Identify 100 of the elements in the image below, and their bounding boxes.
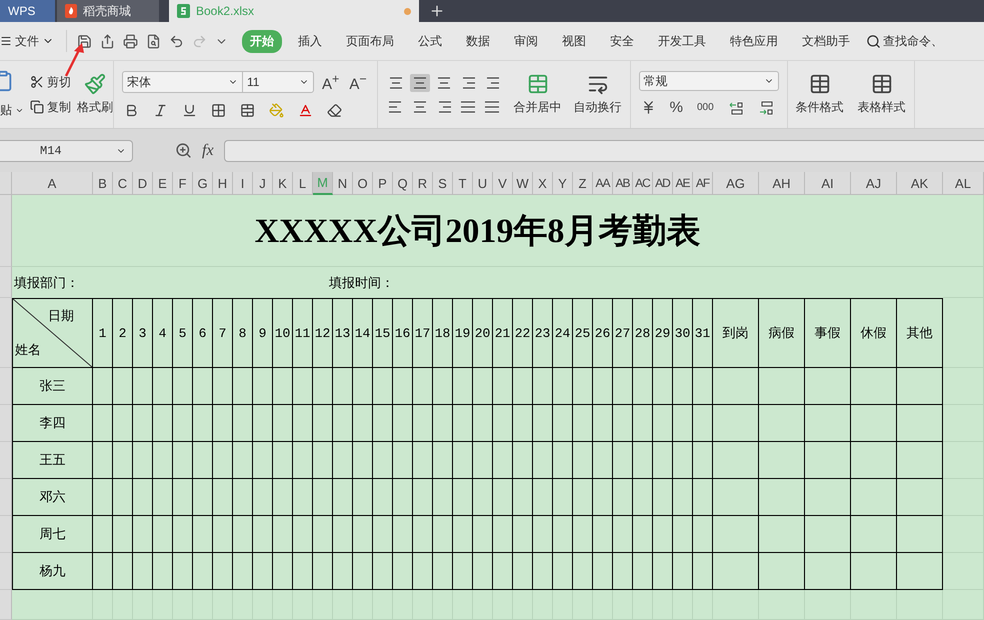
column-header[interactable]: Z — [573, 172, 593, 195]
column-header[interactable]: AJ — [851, 172, 897, 195]
sheet-cell — [943, 442, 984, 479]
table-cell — [353, 479, 373, 516]
column-header[interactable]: K — [273, 172, 293, 195]
column-header[interactable]: J — [253, 172, 273, 195]
sheet-cell — [433, 590, 453, 620]
merge-center-button[interactable]: 合并居中 — [514, 73, 562, 116]
decimal-icon — [758, 100, 774, 114]
menu-tab[interactable]: 审阅 — [506, 30, 546, 52]
menu-tab[interactable]: 公式 — [410, 30, 450, 52]
column-header[interactable]: AH — [759, 172, 805, 195]
column-header[interactable]: AD — [653, 172, 673, 195]
menu-tab[interactable]: 插入 — [290, 30, 330, 52]
column-header[interactable]: D — [133, 172, 153, 195]
name-box[interactable]: M14 — [0, 140, 133, 162]
align-middle-button[interactable] — [410, 74, 430, 92]
column-header[interactable]: A — [12, 172, 93, 195]
date-label: 日期 — [48, 307, 74, 325]
day-header-cell: 11 — [293, 298, 313, 368]
table-cell — [153, 368, 173, 405]
column-header[interactable]: Q — [393, 172, 413, 195]
column-header[interactable]: H — [213, 172, 233, 195]
percent-button[interactable]: % — [668, 97, 685, 118]
column-header[interactable]: V — [493, 172, 513, 195]
column-header[interactable]: AL — [943, 172, 984, 195]
table-cell — [153, 479, 173, 516]
column-header[interactable]: E — [153, 172, 173, 195]
column-header[interactable]: R — [413, 172, 433, 195]
column-header[interactable]: B — [93, 172, 113, 195]
table-cell — [805, 479, 851, 516]
column-header[interactable]: AF — [693, 172, 713, 195]
menu-tab[interactable]: 开发工具 — [650, 30, 714, 52]
menu-tab[interactable]: 视图 — [554, 30, 594, 52]
menu-tab[interactable]: 安全 — [602, 30, 642, 52]
thousands-button[interactable]: 000 — [695, 100, 716, 115]
paste-button[interactable]: 贴 — [0, 102, 24, 119]
fill-color-button[interactable] — [267, 100, 286, 120]
day-header-cell: 9 — [253, 298, 273, 368]
format-painter-button[interactable]: 格式刷 — [77, 73, 113, 116]
table-cell — [93, 442, 113, 479]
column-header[interactable]: C — [113, 172, 133, 195]
column-header[interactable]: I — [233, 172, 253, 195]
column-header[interactable]: W — [513, 172, 533, 195]
column-header[interactable]: F — [173, 172, 193, 195]
table-cell — [193, 479, 213, 516]
table-cell — [453, 553, 473, 590]
sheet-cell — [353, 590, 373, 620]
column-header[interactable]: AC — [633, 172, 653, 195]
column-header[interactable]: L — [293, 172, 313, 195]
table-style-button[interactable]: 表格样式 — [858, 73, 906, 116]
zoom-icon[interactable] — [175, 142, 192, 159]
function-button[interactable]: fx — [202, 142, 214, 160]
column-header[interactable]: AA — [593, 172, 613, 195]
day-header-cell: 18 — [433, 298, 453, 368]
column-header[interactable]: AE — [673, 172, 693, 195]
table-cell — [253, 479, 273, 516]
table-cell — [713, 516, 759, 553]
wrap-text-button[interactable]: 自动换行 — [574, 73, 622, 116]
column-header[interactable]: AI — [805, 172, 851, 195]
column-header[interactable]: U — [473, 172, 493, 195]
column-header[interactable]: P — [373, 172, 393, 195]
column-header[interactable]: Y — [553, 172, 573, 195]
menu-tab[interactable]: 特色应用 — [722, 30, 786, 52]
name-cell: 邓六 — [12, 479, 93, 516]
table-cell — [493, 479, 513, 516]
increase-font-button[interactable]: A$^{+}$ — [320, 70, 342, 94]
file-menu[interactable]: 文件 — [0, 32, 60, 50]
table-cell — [253, 516, 273, 553]
decrease-font-button[interactable]: A$^{−}$ — [347, 70, 369, 94]
menu-tab[interactable]: 文档助手 — [794, 30, 858, 52]
conditional-format-button[interactable]: 条件格式 — [796, 73, 844, 116]
font-select[interactable]: 宋体 11 — [122, 71, 314, 93]
column-header[interactable]: AG — [713, 172, 759, 195]
column-header[interactable]: AB — [613, 172, 633, 195]
column-header[interactable]: T — [453, 172, 473, 195]
column-header[interactable]: N — [333, 172, 353, 195]
number-format-select[interactable]: 常规 — [638, 71, 779, 91]
day-header-cell: 15 — [373, 298, 393, 368]
table-cell — [233, 553, 253, 590]
table-cell — [233, 442, 253, 479]
table-cell — [133, 553, 153, 590]
menu-tab[interactable]: 页面布局 — [338, 30, 402, 52]
column-header[interactable]: AK — [897, 172, 943, 195]
column-header[interactable]: O — [353, 172, 373, 195]
table-cell — [593, 368, 613, 405]
cut-button[interactable]: 剪切 — [30, 74, 71, 90]
app-tab[interactable]: WPS — [0, 0, 55, 22]
menu-tab[interactable]: 数据 — [458, 30, 498, 52]
copy-button[interactable]: 复制 — [30, 98, 71, 116]
column-header[interactable]: X — [533, 172, 553, 195]
department-label: 填报部门： — [14, 274, 79, 292]
formula-field[interactable] — [224, 140, 984, 162]
search-command[interactable]: 查找命令、 — [866, 32, 943, 50]
table-cell — [133, 442, 153, 479]
column-header[interactable]: G — [193, 172, 213, 195]
sheet-cell — [943, 267, 984, 298]
app-tab[interactable]: 稻壳商城 — [57, 0, 159, 22]
table-cell — [533, 553, 553, 590]
column-header[interactable]: S — [433, 172, 453, 195]
